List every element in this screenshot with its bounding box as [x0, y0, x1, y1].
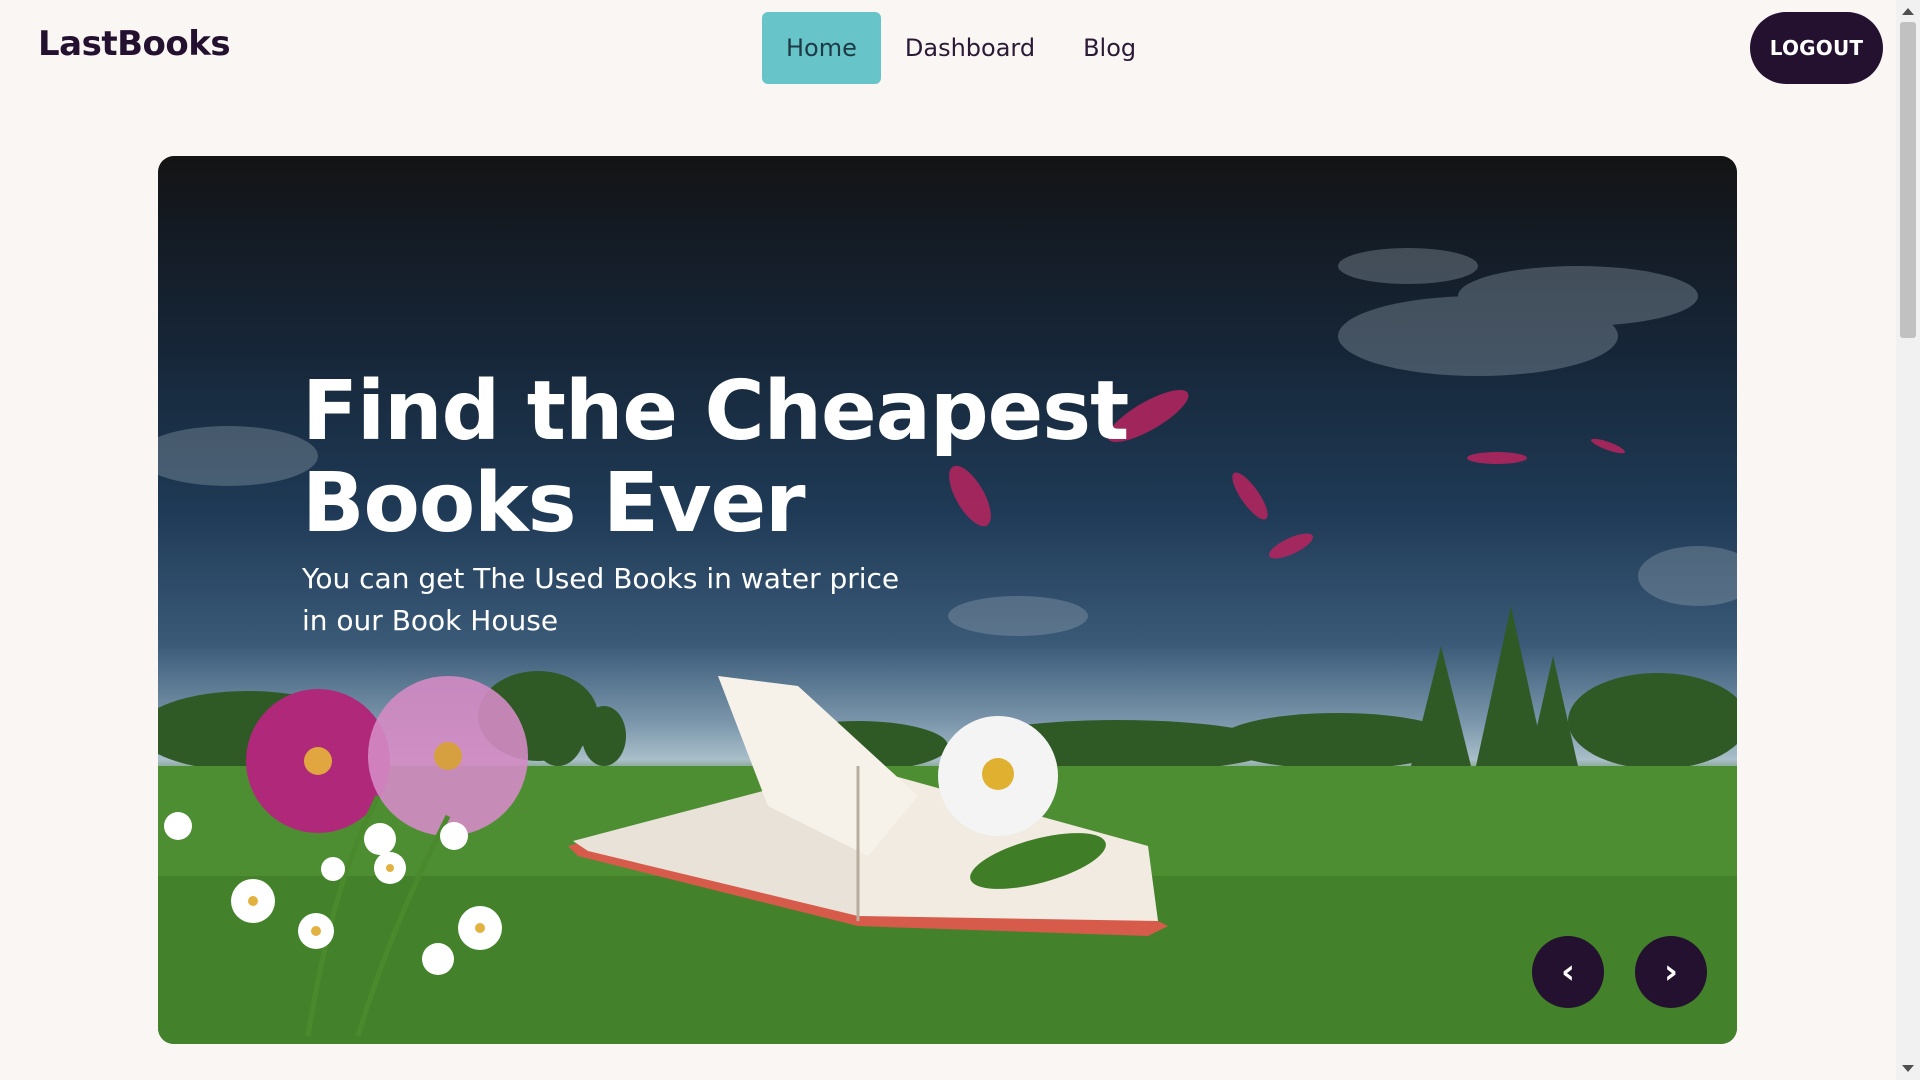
nav-link-home[interactable]: Home: [762, 12, 881, 84]
chevron-right-icon: ›: [1663, 952, 1678, 992]
hero-subtitle: You can get The Used Books in water pric…: [302, 562, 900, 637]
scroll-up-arrow-icon[interactable]: [1902, 8, 1914, 15]
nav-links: Home Dashboard Blog: [762, 12, 1160, 84]
page-scrollbar[interactable]: [1896, 0, 1920, 1080]
navbar: LastBooks Home Dashboard Blog LOGOUT: [0, 0, 1896, 100]
scroll-down-arrow-icon[interactable]: [1902, 1065, 1914, 1072]
hero-carousel: Find the Cheapest Books Ever You can get…: [158, 156, 1737, 1044]
hero-title: Find the Cheapest Books Ever: [302, 366, 1202, 550]
chevron-left-icon: ‹: [1560, 952, 1575, 992]
logout-button[interactable]: LOGOUT: [1750, 12, 1883, 84]
carousel-prev-button[interactable]: ‹: [1532, 936, 1604, 1008]
nav-link-blog[interactable]: Blog: [1059, 12, 1160, 84]
carousel-next-button[interactable]: ›: [1635, 936, 1707, 1008]
nav-link-dashboard[interactable]: Dashboard: [881, 12, 1059, 84]
brand-logo[interactable]: LastBooks: [38, 24, 231, 64]
scrollbar-thumb[interactable]: [1900, 22, 1916, 338]
hero-title-line-1: Find the Cheapest: [302, 364, 1129, 459]
hero-title-line-2: Books Ever: [302, 456, 806, 551]
